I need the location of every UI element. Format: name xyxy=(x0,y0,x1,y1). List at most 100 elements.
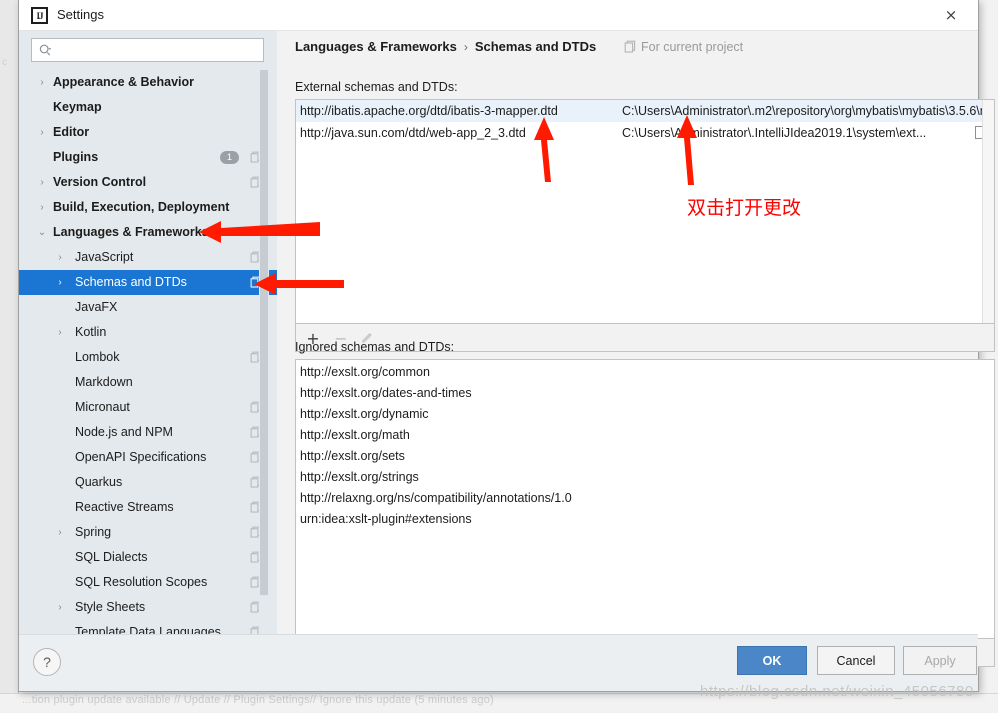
ignored-schema-row[interactable]: http://exslt.org/sets xyxy=(296,446,994,467)
sidebar-item-label: Version Control xyxy=(53,175,147,189)
settings-dialog: IJ Settings × › Appearance & Behavior Keym… xyxy=(18,0,995,692)
sidebar-item-template-data-languages[interactable]: Template Data Languages xyxy=(19,620,277,634)
breadcrumb-current: Schemas and DTDs xyxy=(474,39,597,54)
external-schemas-table[interactable]: http://ibatis.apache.org/dtd/ibatis-3-ma… xyxy=(295,99,995,324)
sidebar-item-badge: 1 xyxy=(220,151,239,164)
help-button[interactable]: ? xyxy=(33,648,61,676)
sidebar-item-javascript[interactable]: › JavaScript xyxy=(19,245,277,270)
sidebar-item-languages-frameworks[interactable]: ⌄ Languages & Frameworks xyxy=(19,220,277,245)
sidebar-scrollbar-thumb[interactable] xyxy=(260,70,268,595)
chevron-right-icon[interactable]: › xyxy=(35,70,49,95)
ignored-schema-row[interactable]: http://exslt.org/math xyxy=(296,425,994,446)
sidebar-item-quarkus[interactable]: Quarkus xyxy=(19,470,277,495)
sidebar-item-label: JavaScript xyxy=(75,250,134,264)
sidebar-item-schemas-and-dtds[interactable]: › Schemas and DTDs xyxy=(19,270,277,295)
search-icon xyxy=(39,44,52,56)
sidebar-item-label: Style Sheets xyxy=(75,600,146,614)
intellij-idea-icon: IJ xyxy=(31,7,48,24)
ok-button[interactable]: OK xyxy=(737,646,807,675)
close-icon[interactable]: × xyxy=(930,0,972,30)
sidebar-item-appearance-behavior[interactable]: › Appearance & Behavior xyxy=(19,70,277,95)
sidebar-item-label: Spring xyxy=(75,525,112,539)
sidebar-item-label: Build, Execution, Deployment xyxy=(53,200,230,214)
external-schema-row[interactable]: http://ibatis.apache.org/dtd/ibatis-3-ma… xyxy=(296,100,994,122)
sidebar-item-node-js-and-npm[interactable]: Node.js and NPM xyxy=(19,420,277,445)
ignored-schema-row[interactable]: http://exslt.org/dynamic xyxy=(296,404,994,425)
sidebar-item-build-execution-deployment[interactable]: › Build, Execution, Deployment xyxy=(19,195,277,220)
external-schemas-scrollbar[interactable] xyxy=(982,100,994,323)
sidebar-item-label: Editor xyxy=(53,125,90,139)
external-schema-row[interactable]: http://java.sun.com/dtd/web-app_2_3.dtd C… xyxy=(296,122,994,144)
sidebar-item-sql-resolution-scopes[interactable]: SQL Resolution Scopes xyxy=(19,570,277,595)
sidebar-item-label: Quarkus xyxy=(75,475,123,489)
ide-left-strip xyxy=(0,0,19,712)
sidebar-item-label: JavaFX xyxy=(75,300,118,314)
sidebar-item-markdown[interactable]: Markdown xyxy=(19,370,277,395)
sidebar-item-label: SQL Dialects xyxy=(75,550,148,564)
breadcrumb-parent[interactable]: Languages & Frameworks xyxy=(295,39,457,54)
apply-button[interactable]: Apply xyxy=(903,646,977,675)
sidebar-item-openapi-specifications[interactable]: OpenAPI Specifications xyxy=(19,445,277,470)
sidebar-item-label: Micronaut xyxy=(75,400,130,414)
sidebar-item-label: Kotlin xyxy=(75,325,107,339)
chevron-right-icon[interactable]: › xyxy=(53,595,67,620)
breadcrumb: Languages & Frameworks › Schemas and DTDs xyxy=(295,39,596,54)
external-schema-path: C:\Users\Administrator\.m2\repository\or… xyxy=(622,104,991,118)
sidebar-item-editor[interactable]: › Editor xyxy=(19,120,277,145)
search-input[interactable] xyxy=(58,41,260,61)
external-schema-path: C:\Users\Administrator\.IntelliJIdea2019… xyxy=(622,126,927,140)
external-schemas-label: External schemas and DTDs: xyxy=(295,80,458,94)
settings-tree[interactable]: › Appearance & Behavior Keymap › Editor Plugi… xyxy=(19,70,277,634)
ignored-schema-row[interactable]: http://exslt.org/dates-and-times xyxy=(296,383,994,404)
ignored-schema-row[interactable]: http://exslt.org/common xyxy=(296,362,994,383)
chevron-right-icon[interactable]: › xyxy=(35,120,49,145)
chevron-down-icon[interactable]: ⌄ xyxy=(35,220,49,245)
sidebar-item-plugins[interactable]: Plugins 1 xyxy=(19,145,277,170)
sidebar-item-kotlin[interactable]: › Kotlin xyxy=(19,320,277,345)
for-current-project-text: For current project xyxy=(641,40,744,54)
chevron-right-icon[interactable]: › xyxy=(53,320,67,345)
chevron-right-icon[interactable]: › xyxy=(35,170,49,195)
sidebar-item-label: Node.js and NPM xyxy=(75,425,173,439)
sidebar-item-label: Keymap xyxy=(53,100,102,114)
sidebar-item-spring[interactable]: › Spring xyxy=(19,520,277,545)
ignored-schema-row[interactable]: urn:idea:xslt-plugin#extensions xyxy=(296,509,994,530)
dialog-titlebar: IJ Settings × xyxy=(19,0,978,31)
watermark: https://blog.csdn.net/weixin_45056780 xyxy=(700,683,974,700)
project-scope-icon xyxy=(624,40,636,53)
search-box[interactable] xyxy=(31,38,264,62)
ignored-schema-row[interactable]: http://exslt.org/strings xyxy=(296,467,994,488)
chevron-right-icon[interactable]: › xyxy=(53,245,67,270)
sidebar-item-lombok[interactable]: Lombok xyxy=(19,345,277,370)
settings-sidebar: › Appearance & Behavior Keymap › Editor Plugi… xyxy=(19,31,277,634)
sidebar-item-label: Markdown xyxy=(75,375,133,389)
sidebar-item-micronaut[interactable]: Micronaut xyxy=(19,395,277,420)
sidebar-scrollbar[interactable] xyxy=(259,70,269,634)
sidebar-item-label: Schemas and DTDs xyxy=(75,275,187,289)
cancel-button[interactable]: Cancel xyxy=(817,646,895,675)
ide-ghost-text: c xyxy=(2,57,7,68)
sidebar-item-keymap[interactable]: Keymap xyxy=(19,95,277,120)
annotation-note: 双击打开更改 xyxy=(687,197,802,219)
settings-main-panel: Languages & Frameworks › Schemas and DTDs … xyxy=(277,31,995,667)
sidebar-item-javafx[interactable]: JavaFX xyxy=(19,295,277,320)
chevron-right-icon[interactable]: › xyxy=(53,270,67,295)
sidebar-item-style-sheets[interactable]: › Style Sheets xyxy=(19,595,277,620)
sidebar-item-label: OpenAPI Specifications xyxy=(75,450,207,464)
external-schema-uri: http://java.sun.com/dtd/web-app_2_3.dtd xyxy=(300,126,526,140)
dialog-title: Settings xyxy=(57,7,104,22)
sidebar-item-reactive-streams[interactable]: Reactive Streams xyxy=(19,495,277,520)
chevron-right-icon[interactable]: › xyxy=(35,195,49,220)
sidebar-item-label: Template Data Languages xyxy=(75,625,221,634)
sidebar-item-label: Reactive Streams xyxy=(75,500,174,514)
ignored-schemas-label: Ignored schemas and DTDs: xyxy=(295,340,455,354)
sidebar-item-version-control[interactable]: › Version Control xyxy=(19,170,277,195)
for-current-project-label: For current project xyxy=(624,40,743,54)
ignored-schema-row[interactable]: http://relaxng.org/ns/compatibility/anno… xyxy=(296,488,994,509)
sidebar-item-label: Languages & Frameworks xyxy=(53,225,209,239)
sidebar-item-sql-dialects[interactable]: SQL Dialects xyxy=(19,545,277,570)
sidebar-item-label: Plugins xyxy=(53,150,99,164)
ignored-schemas-list[interactable]: http://exslt.org/common http://exslt.org/… xyxy=(295,359,995,639)
ide-statusbar-text: ...tion plugin update available // Updat… xyxy=(22,694,494,706)
chevron-right-icon[interactable]: › xyxy=(53,520,67,545)
